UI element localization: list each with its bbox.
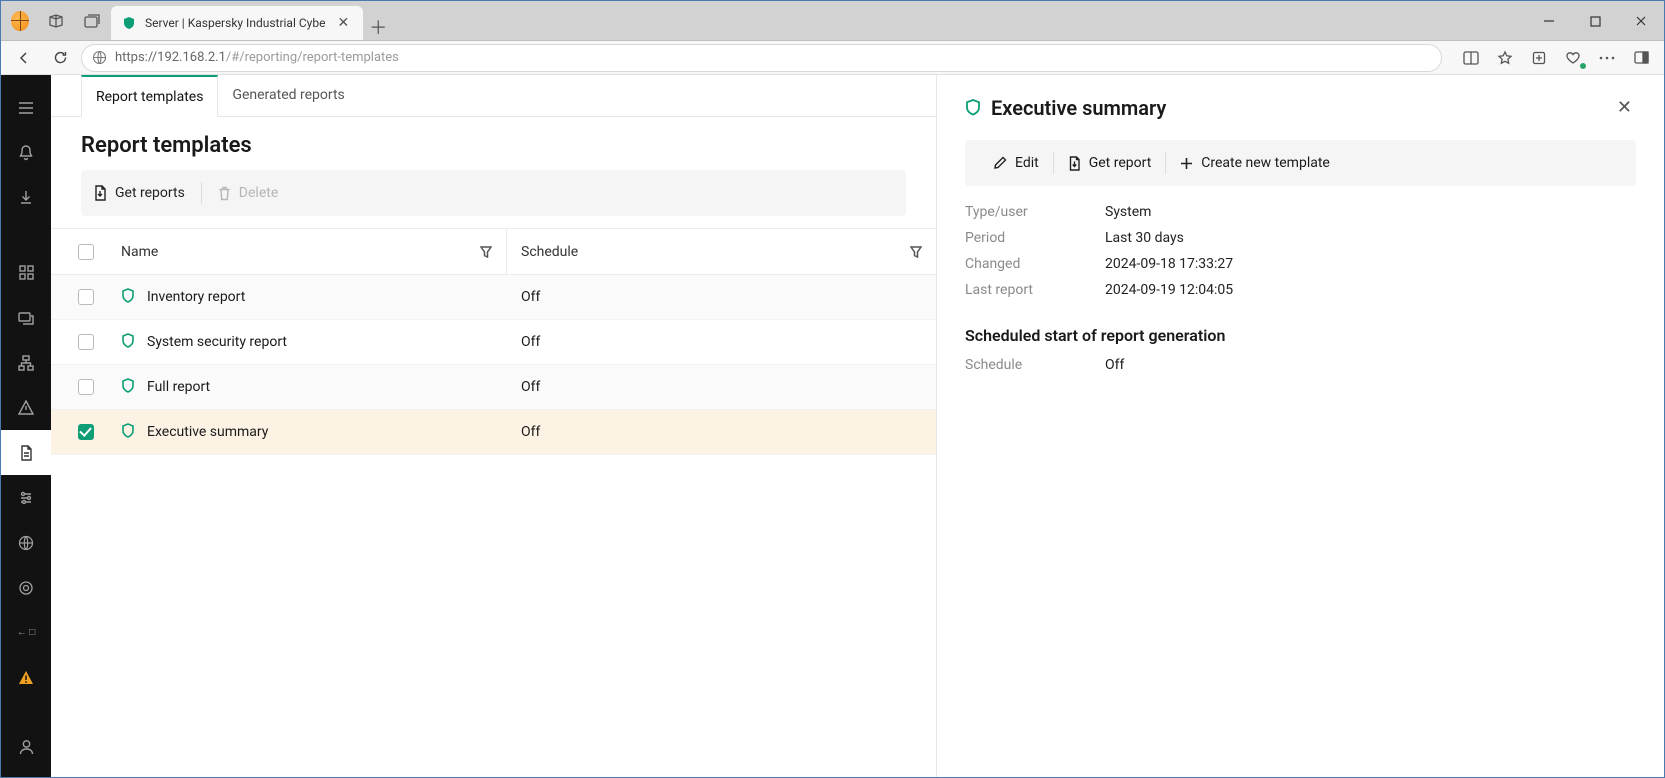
section-schedule-heading: Scheduled start of report generation [965,326,1636,345]
get-report-button[interactable]: Get report [1054,148,1166,178]
row-checkbox[interactable] [78,379,94,395]
details-title: Executive summary [991,96,1166,120]
row-schedule: Off [521,289,540,305]
nav-dashboard-icon[interactable] [1,250,51,295]
split-screen-icon[interactable] [1456,44,1486,72]
nav-collapse-icon[interactable]: ← □ [1,610,51,655]
shield-icon [121,333,137,351]
get-reports-button[interactable]: Get reports [93,185,185,201]
table-row[interactable]: Executive summary Off [51,410,936,455]
nav-warning-icon[interactable] [1,655,51,700]
label-period: Period [965,230,1105,246]
row-schedule: Off [521,334,540,350]
nav-topology-icon[interactable] [1,340,51,385]
nav-settings-icon[interactable] [1,475,51,520]
nav-user-icon[interactable] [1,724,51,769]
sidebar-toggle-icon[interactable] [1626,44,1656,72]
tab-close-icon[interactable]: ✕ [333,15,353,31]
select-all-checkbox[interactable] [78,244,94,260]
toolbar-divider [201,182,202,204]
nav-notifications-icon[interactable] [1,130,51,175]
row-schedule: Off [521,424,540,440]
browser-tab[interactable]: Server | Kaspersky Industrial Cybe ✕ [111,6,363,40]
site-info-icon[interactable] [92,50,107,65]
table-row[interactable]: System security report Off [51,320,936,365]
row-name: System security report [147,334,287,350]
window-minimize-button[interactable] [1526,1,1572,41]
window-close-button[interactable] [1618,1,1664,41]
wellbeing-icon[interactable] [1558,44,1588,72]
tab-overview-icon[interactable] [83,12,101,30]
details-action-bar: Edit Get report Create new template [965,140,1636,186]
label-schedule: Schedule [965,357,1105,373]
nav-reports-icon[interactable] [1,430,51,475]
tab-favicon-icon [121,15,137,31]
close-details-button[interactable]: ✕ [1613,93,1636,122]
shield-icon [965,99,981,117]
filter-schedule-icon[interactable] [910,246,922,258]
delete-button: Delete [218,185,278,201]
tab-nav: Report templates Generated reports [51,75,936,117]
app-sidenav: ← □ [1,75,51,777]
favorites-icon[interactable] [1490,44,1520,72]
nav-devices-icon[interactable] [1,295,51,340]
shield-icon [121,288,137,306]
row-name: Inventory report [147,289,245,305]
url-text: https://192.168.2.1/#/reporting/report-t… [115,50,399,65]
tab-generated-reports[interactable]: Generated reports [218,75,358,116]
nav-target-icon[interactable] [1,565,51,610]
create-template-label: Create new template [1201,155,1330,171]
row-checkbox[interactable] [78,289,94,305]
label-last-report: Last report [965,282,1105,298]
more-menu-icon[interactable] [1592,44,1622,72]
shield-icon [121,423,137,441]
value-period: Last 30 days [1105,230,1636,246]
nav-alerts-icon[interactable] [1,385,51,430]
report-table: Name Schedule Inventory report [51,228,936,455]
value-type-user: System [1105,204,1636,220]
new-tab-button[interactable]: ＋ [363,14,393,40]
value-schedule: Off [1105,357,1636,373]
list-toolbar: Get reports Delete [81,170,906,216]
row-schedule: Off [521,379,540,395]
label-changed: Changed [965,256,1105,272]
nav-menu-icon[interactable] [1,85,51,130]
table-header: Name Schedule [51,229,936,275]
value-changed: 2024-09-18 17:33:27 [1105,256,1636,272]
tab-report-templates[interactable]: Report templates [81,75,218,117]
delete-label: Delete [239,185,278,201]
details-pane: Executive summary ✕ Edit Get report Crea… [937,75,1664,777]
row-name: Full report [147,379,210,395]
table-row[interactable]: Full report Off [51,365,936,410]
row-checkbox[interactable] [78,334,94,350]
workspaces-icon[interactable] [47,12,65,30]
left-pane: Report templates Generated reports Repor… [51,75,937,777]
edit-button[interactable]: Edit [979,148,1053,178]
filter-name-icon[interactable] [480,246,492,258]
browser-tab-title: Server | Kaspersky Industrial Cybe [145,16,325,30]
get-report-label: Get report [1089,155,1152,171]
get-reports-label: Get reports [115,185,185,201]
app-ball-icon [11,12,29,30]
col-schedule-label: Schedule [521,244,578,260]
col-name-label: Name [121,244,158,260]
browser-titlebar: Server | Kaspersky Industrial Cybe ✕ ＋ [1,1,1664,41]
nav-back-button[interactable] [9,44,39,72]
page-title: Report templates [51,117,936,170]
nav-network-icon[interactable] [1,520,51,565]
label-type-user: Type/user [965,204,1105,220]
create-template-button[interactable]: Create new template [1166,148,1344,178]
row-name: Executive summary [147,424,268,440]
table-row[interactable]: Inventory report Off [51,275,936,320]
row-checkbox[interactable] [78,424,94,440]
nav-refresh-button[interactable] [45,44,75,72]
shield-icon [121,378,137,396]
value-last-report: 2024-09-19 12:04:05 [1105,282,1636,298]
nav-download-icon[interactable] [1,175,51,220]
edit-label: Edit [1015,155,1039,171]
window-maximize-button[interactable] [1572,1,1618,41]
collections-icon[interactable] [1524,44,1554,72]
address-field[interactable]: https://192.168.2.1/#/reporting/report-t… [81,44,1442,72]
browser-addressbar: https://192.168.2.1/#/reporting/report-t… [1,41,1664,75]
